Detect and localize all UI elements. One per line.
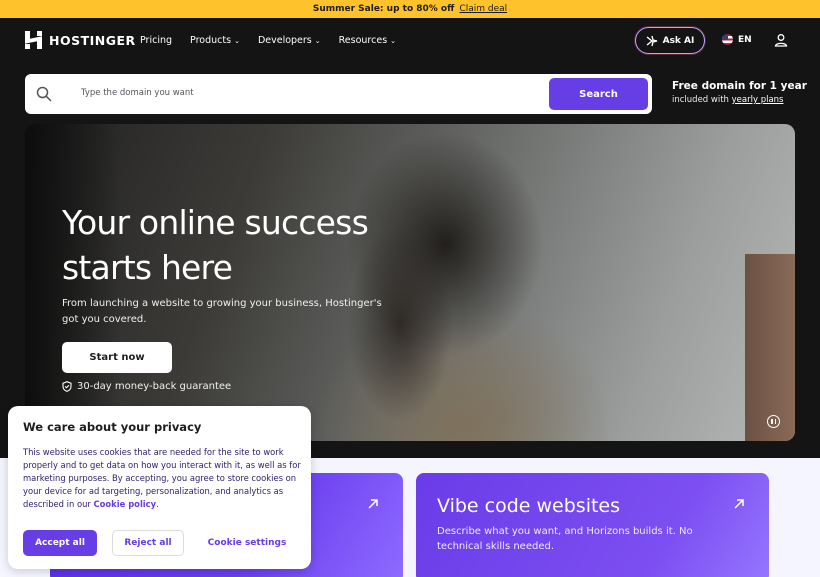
- chevron-down-icon: ⌄: [234, 36, 240, 45]
- headline-line-1: Your online success: [62, 203, 369, 242]
- nav-products[interactable]: Products ⌄: [190, 35, 240, 46]
- cookie-settings-button[interactable]: Cookie settings: [198, 530, 296, 556]
- us-flag-icon: [722, 34, 733, 45]
- promo-text: Summer Sale: up to 80% off: [312, 4, 455, 14]
- language-selector[interactable]: EN: [722, 34, 752, 45]
- chevron-down-icon: ⌄: [314, 36, 321, 45]
- arrow-up-right-icon: [368, 499, 378, 509]
- claim-deal-link[interactable]: Claim deal: [459, 4, 507, 14]
- nav-developers[interactable]: Developers ⌄: [258, 35, 321, 46]
- pause-video-button[interactable]: [767, 415, 780, 428]
- arrow-up-right-icon: [734, 499, 744, 509]
- cookie-consent-dialog: We care about your privacy This website …: [8, 406, 311, 569]
- ask-ai-label: Ask AI: [662, 35, 695, 46]
- yearly-plans-link[interactable]: yearly plans: [732, 95, 784, 105]
- language-label: EN: [738, 34, 752, 45]
- shield-check-icon: [62, 381, 72, 392]
- guarantee-text: 30-day money-back guarantee: [77, 381, 232, 392]
- start-now-button[interactable]: Start now: [62, 342, 172, 373]
- promo-banner: Summer Sale: up to 80% off Claim deal: [0, 0, 820, 18]
- accept-all-button[interactable]: Accept all: [23, 530, 97, 556]
- card-title: Vibe code websites: [437, 495, 621, 517]
- search-button[interactable]: Search: [549, 78, 648, 110]
- reject-all-button[interactable]: Reject all: [112, 530, 184, 556]
- domain-search-input[interactable]: Type the domain you want: [81, 88, 194, 98]
- domain-search-bar: Type the domain you want Search: [25, 74, 652, 114]
- main-menu: Pricing Products ⌄ Developers ⌄ Resources ⌄: [140, 35, 396, 46]
- nav-pricing-label: Pricing: [140, 35, 173, 46]
- cookie-title: We care about your privacy: [23, 420, 202, 434]
- free-domain-prefix: included with: [672, 95, 729, 105]
- hostinger-logo[interactable]: HOSTINGER: [25, 31, 136, 49]
- sparkle-icon: [646, 35, 657, 46]
- logo-text: HOSTINGER: [49, 32, 136, 48]
- ask-ai-button[interactable]: Ask AI: [635, 27, 705, 54]
- card-description: Describe what you want, and Horizons bui…: [437, 526, 693, 552]
- hero-subcopy: From launching a website to growing your…: [62, 298, 382, 325]
- nav-resources-label: Resources: [338, 35, 388, 46]
- cookie-body: This website uses cookies that are neede…: [23, 447, 301, 509]
- headline-line-2: starts here: [62, 248, 233, 287]
- nav-developers-label: Developers: [257, 35, 312, 46]
- building-image: [745, 254, 795, 441]
- cookie-text: This website uses cookies that are neede…: [23, 447, 301, 509]
- free-domain-promo: Free domain for 1 year included with yea…: [672, 80, 807, 105]
- search-icon: [36, 86, 52, 102]
- hero-headline: Your online success starts here: [62, 200, 442, 290]
- money-back-guarantee: 30-day money-back guarantee: [62, 381, 231, 392]
- user-icon[interactable]: [774, 33, 788, 47]
- cookie-policy-link[interactable]: Cookie policy: [94, 499, 157, 509]
- nav-products-label: Products: [190, 35, 232, 46]
- chevron-down-icon: ⌄: [390, 36, 397, 45]
- nav-resources[interactable]: Resources ⌄: [339, 35, 396, 46]
- nav-pricing[interactable]: Pricing: [140, 35, 172, 46]
- free-domain-title: Free domain for 1 year: [672, 80, 807, 92]
- feature-card-vibe-code[interactable]: Vibe code websites Describe what you wan…: [416, 473, 769, 577]
- hostinger-logo-icon: [25, 31, 42, 49]
- free-domain-subtitle: included with yearly plans: [672, 95, 807, 105]
